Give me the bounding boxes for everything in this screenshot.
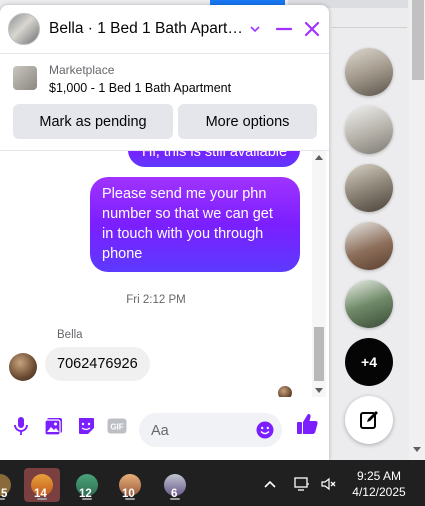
outgoing-message[interactable]: Hi, this is still available bbox=[128, 151, 300, 167]
taskbar-app[interactable]: 6 bbox=[157, 468, 193, 502]
message-timestamp: Fri 2:12 PM bbox=[126, 294, 186, 306]
close-button[interactable] bbox=[300, 17, 324, 41]
listing-source: Marketplace bbox=[49, 63, 115, 77]
minimize-icon bbox=[276, 27, 292, 31]
chat-head[interactable] bbox=[345, 48, 393, 96]
sender-name: Bella bbox=[57, 329, 83, 341]
clock-date: 4/12/2025 bbox=[352, 485, 406, 499]
app-icon: 6 bbox=[164, 474, 186, 500]
gif-icon[interactable]: GIF bbox=[106, 415, 128, 437]
marketplace-listing: Marketplace $1,000 - 1 Bed 1 Bath Apartm… bbox=[0, 54, 329, 151]
taskbar-app[interactable]: 10 bbox=[112, 468, 148, 502]
incoming-message[interactable]: 7062476926 bbox=[45, 347, 150, 381]
emoji-icon[interactable] bbox=[256, 421, 274, 439]
taskbar-app[interactable]: 5 bbox=[0, 468, 18, 502]
minimize-button[interactable] bbox=[272, 17, 296, 41]
clock-time: 9:25 AM bbox=[356, 469, 402, 483]
chat-window: Bella · 1 Bed 1 Bath Apartment Marketpla… bbox=[0, 5, 329, 460]
contact-avatar[interactable] bbox=[8, 13, 40, 45]
speaker-muted-icon[interactable] bbox=[320, 476, 336, 492]
chat-head[interactable] bbox=[345, 106, 393, 154]
more-chats-button[interactable]: +4 bbox=[345, 338, 393, 386]
chat-head[interactable] bbox=[345, 164, 393, 212]
message-input-wrapper bbox=[139, 413, 282, 449]
scroll-up-arrow[interactable] bbox=[315, 155, 323, 160]
message-input[interactable] bbox=[149, 413, 253, 449]
compose-icon bbox=[360, 411, 378, 429]
chat-title[interactable]: Bella · 1 Bed 1 Bath Apartment bbox=[49, 20, 244, 38]
gif-label: GIF bbox=[110, 423, 123, 432]
app-indicator bbox=[125, 498, 135, 500]
new-message-button[interactable] bbox=[345, 396, 393, 444]
taskbar: 5 14 12 10 6 9:25 AM 4/12/2025 bbox=[0, 460, 425, 506]
microphone-icon[interactable] bbox=[10, 415, 32, 437]
page-scroll-down-arrow[interactable] bbox=[413, 447, 421, 452]
app-icon: 14 bbox=[31, 474, 53, 500]
rail-divider bbox=[331, 27, 407, 28]
scrollbar-thumb[interactable] bbox=[314, 327, 324, 381]
listing-thumbnail[interactable] bbox=[13, 66, 37, 90]
more-options-button[interactable]: More options bbox=[178, 104, 317, 139]
chevron-down-icon[interactable] bbox=[248, 22, 262, 36]
taskbar-app-active[interactable]: 14 bbox=[24, 468, 60, 502]
display-icon[interactable] bbox=[294, 476, 310, 492]
image-icon[interactable] bbox=[43, 415, 65, 437]
chat-head[interactable] bbox=[345, 222, 393, 270]
message-list[interactable]: Hi, this is still available Please send … bbox=[0, 151, 312, 397]
message-scrollbar[interactable] bbox=[312, 151, 326, 397]
system-clock[interactable]: 9:25 AM 4/12/2025 bbox=[348, 468, 410, 500]
seen-indicator-avatar bbox=[278, 386, 292, 397]
app-icon: 5 bbox=[0, 474, 11, 500]
chat-header[interactable]: Bella · 1 Bed 1 Bath Apartment bbox=[0, 5, 329, 54]
scroll-down-arrow[interactable] bbox=[315, 388, 323, 393]
app-icon: 10 bbox=[119, 474, 141, 500]
app-indicator bbox=[37, 498, 47, 500]
close-icon bbox=[304, 21, 320, 37]
app-icon: 12 bbox=[76, 474, 98, 500]
app-indicator bbox=[82, 498, 92, 500]
outgoing-message[interactable]: Please send me your phn number so that w… bbox=[90, 177, 300, 272]
thumbs-up-icon[interactable] bbox=[295, 412, 319, 436]
sender-avatar[interactable] bbox=[9, 353, 37, 381]
mark-as-pending-button[interactable]: Mark as pending bbox=[13, 104, 173, 139]
taskbar-app[interactable]: 12 bbox=[69, 468, 105, 502]
app-indicator bbox=[170, 498, 180, 500]
message-composer: GIF bbox=[0, 401, 329, 460]
listing-title[interactable]: $1,000 - 1 Bed 1 Bath Apartment bbox=[49, 81, 231, 95]
app-indicator bbox=[0, 498, 5, 500]
sticker-icon[interactable] bbox=[75, 415, 97, 437]
chat-head[interactable] bbox=[345, 280, 393, 328]
page-scrollbar-thumb[interactable] bbox=[412, 0, 424, 80]
chevron-up-icon[interactable] bbox=[262, 476, 278, 492]
